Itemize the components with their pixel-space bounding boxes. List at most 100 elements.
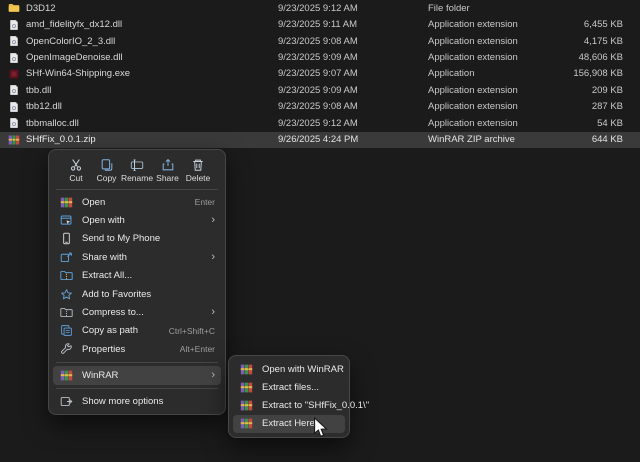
file-size: 644 KB — [558, 134, 635, 145]
context-menu: Cut Copy Rename Share Delete Open Enter … — [48, 149, 226, 415]
chevron-right-icon: › — [211, 252, 215, 263]
share-button[interactable]: Share — [153, 157, 183, 184]
menu-item-label: Extract files... — [262, 382, 339, 393]
menu-item-label: Open with WinRAR — [262, 364, 344, 375]
menu-item-label: Open with — [82, 215, 201, 226]
folder-icon — [8, 2, 20, 14]
table-row[interactable]: SHf-Win64-Shipping.exe 9/23/2025 9:07 AM… — [0, 66, 640, 82]
file-type: Application extension — [428, 101, 558, 112]
file-type: Application extension — [428, 85, 558, 96]
menu-item-label: Share with — [82, 252, 201, 263]
copy-button[interactable]: Copy — [92, 157, 122, 184]
share-with-icon — [59, 251, 74, 264]
file-date-modified: 9/26/2025 4:24 PM — [278, 134, 428, 145]
file-date-modified: 9/23/2025 9:08 AM — [278, 36, 428, 47]
file-size: 54 KB — [558, 118, 635, 129]
file-size: 156,908 KB — [558, 68, 635, 79]
menu-item-label: Extract Here — [262, 418, 339, 429]
menu-item-show-more-options[interactable]: Show more options — [53, 392, 221, 410]
file-name: amd_fidelityfx_dx12.dll — [26, 19, 122, 30]
compress-icon — [59, 306, 74, 319]
file-explorer-window: D3D12 9/23/2025 9:12 AM File folder amd_… — [0, 0, 640, 462]
table-row[interactable]: tbb12.dll 9/23/2025 9:08 AM Application … — [0, 99, 640, 115]
menu-item-extract-files[interactable]: Extract files... — [233, 378, 345, 396]
file-size: 6,455 KB — [558, 19, 635, 30]
share-icon — [161, 158, 175, 172]
menu-item-winrar[interactable]: WinRAR › — [53, 366, 221, 386]
menu-item-compress-to[interactable]: Compress to... › — [53, 303, 221, 321]
dll-icon — [8, 101, 20, 113]
table-row[interactable]: amd_fidelityfx_dx12.dll 9/23/2025 9:11 A… — [0, 16, 640, 32]
file-name: OpenImageDenoise.dll — [26, 52, 123, 63]
toolbar-button-label: Copy — [97, 173, 117, 183]
toolbar-button-label: Share — [156, 173, 179, 183]
winrar-submenu-items: Open with WinRAR Extract files... Extrac… — [233, 360, 345, 433]
menu-item-extract-to-shffix-0-0-1[interactable]: Extract to "SHfFix_0.0.1\" — [233, 396, 345, 414]
dll-icon — [8, 84, 20, 96]
dll-icon — [8, 35, 20, 47]
file-list: D3D12 9/23/2025 9:12 AM File folder amd_… — [0, 0, 640, 148]
dll-icon — [8, 52, 20, 64]
winrar-icon — [239, 399, 254, 412]
file-size: 287 KB — [558, 101, 635, 112]
winrar-icon — [239, 363, 254, 376]
toolbar-button-label: Rename — [121, 173, 153, 183]
menu-item-open-with-winrar[interactable]: Open with WinRAR — [233, 360, 345, 378]
favorites-star-icon — [59, 288, 74, 301]
table-row[interactable]: SHfFix_0.0.1.zip 9/26/2025 4:24 PM WinRA… — [0, 132, 640, 148]
properties-icon — [59, 343, 74, 356]
file-name: OpenColorIO_2_3.dll — [26, 36, 115, 47]
file-date-modified: 9/23/2025 9:11 AM — [278, 19, 428, 30]
table-row[interactable]: OpenImageDenoise.dll 9/23/2025 9:09 AM A… — [0, 49, 640, 65]
winrar-submenu: Open with WinRAR Extract files... Extrac… — [228, 355, 350, 438]
file-date-modified: 9/23/2025 9:12 AM — [278, 3, 428, 14]
menu-item-add-to-favorites[interactable]: Add to Favorites — [53, 285, 221, 303]
chevron-right-icon: › — [211, 370, 215, 381]
winrar-icon — [239, 417, 254, 430]
menu-item-properties[interactable]: Properties Alt+Enter — [53, 340, 221, 358]
rename-icon — [130, 158, 144, 172]
menu-separator — [56, 388, 218, 389]
winrar-icon — [239, 381, 254, 394]
file-name: D3D12 — [26, 3, 56, 14]
file-name: tbb12.dll — [26, 101, 62, 112]
context-menu-items: Open Enter Open with › Send to My Phone … — [53, 193, 221, 410]
cut-button[interactable]: Cut — [61, 157, 91, 184]
cut-icon — [69, 158, 83, 172]
file-type: Application extension — [428, 36, 558, 47]
winrar-icon — [59, 369, 74, 382]
menu-item-open-with[interactable]: Open with › — [53, 211, 221, 229]
table-row[interactable]: tbb.dll 9/23/2025 9:09 AM Application ex… — [0, 82, 640, 98]
menu-item-extract-here[interactable]: Extract Here — [233, 415, 345, 433]
delete-button[interactable]: Delete — [183, 157, 213, 184]
file-type: Application extension — [428, 118, 558, 129]
menu-item-extract-all[interactable]: Extract All... — [53, 267, 221, 285]
menu-item-label: Add to Favorites — [82, 289, 215, 300]
file-name: tbbmalloc.dll — [26, 118, 79, 129]
menu-item-open[interactable]: Open Enter — [53, 193, 221, 211]
file-type: Application — [428, 68, 558, 79]
dll-icon — [8, 117, 20, 129]
rename-button[interactable]: Rename — [122, 157, 152, 184]
menu-item-label: Open — [82, 197, 185, 208]
table-row[interactable]: tbbmalloc.dll 9/23/2025 9:12 AM Applicat… — [0, 115, 640, 131]
file-name: tbb.dll — [26, 85, 51, 96]
file-type: File folder — [428, 3, 558, 14]
context-menu-toolbar: Cut Copy Rename Share Delete — [53, 154, 221, 186]
menu-item-copy-as-path[interactable]: Copy as path Ctrl+Shift+C — [53, 322, 221, 340]
open-with-icon — [59, 214, 74, 227]
menu-item-label: Properties — [82, 344, 170, 355]
file-date-modified: 9/23/2025 9:09 AM — [278, 52, 428, 63]
menu-item-share-with[interactable]: Share with › — [53, 248, 221, 266]
dll-icon — [8, 19, 20, 31]
file-name: SHf-Win64-Shipping.exe — [26, 68, 130, 79]
menu-separator — [56, 362, 218, 363]
menu-item-shortcut: Ctrl+Shift+C — [169, 326, 215, 336]
table-row[interactable]: OpenColorIO_2_3.dll 9/23/2025 9:08 AM Ap… — [0, 33, 640, 49]
menu-item-label: Copy as path — [82, 325, 159, 336]
table-row[interactable]: D3D12 9/23/2025 9:12 AM File folder — [0, 0, 640, 16]
file-date-modified: 9/23/2025 9:12 AM — [278, 118, 428, 129]
menu-item-send-to-my-phone[interactable]: Send to My Phone — [53, 230, 221, 248]
winrar-icon — [59, 196, 74, 209]
file-type: WinRAR ZIP archive — [428, 134, 558, 145]
